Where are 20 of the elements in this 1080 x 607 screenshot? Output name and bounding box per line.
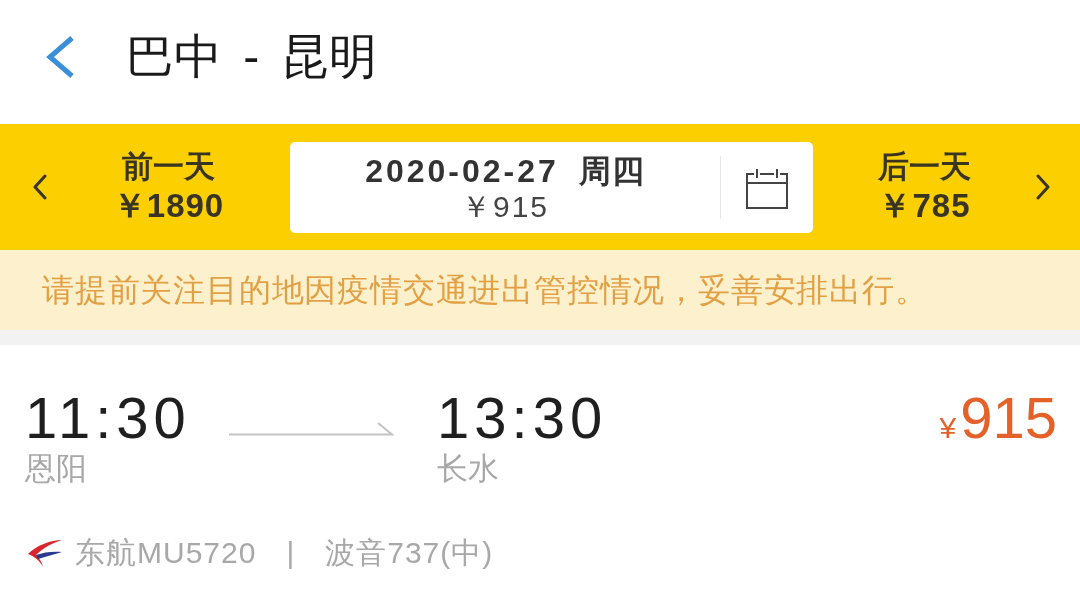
- departure-airport: 恩阳: [25, 450, 87, 488]
- aircraft-type: 波音737(中): [325, 535, 494, 571]
- previous-day-button[interactable]: 前一天 ￥1890: [0, 124, 290, 250]
- arrival-airport: 长水: [437, 450, 499, 488]
- weekday-text: 周四: [578, 151, 645, 190]
- back-icon: [44, 36, 76, 78]
- chevron-left-icon: [33, 174, 47, 200]
- flight-number: 东航MU5720: [75, 535, 257, 571]
- currency-symbol: ¥: [939, 410, 957, 446]
- date-text: 2020-02-27: [365, 151, 559, 190]
- arrival-time: 13:30: [437, 388, 608, 448]
- chevron-right-icon: [1036, 174, 1050, 200]
- notice-text: 请提前关注目的地因疫情交通进出管控情况，妥善安排出行。: [42, 271, 928, 310]
- back-button[interactable]: [44, 36, 76, 78]
- departure-time: 11:30: [25, 388, 191, 448]
- date-price: ￥915: [460, 189, 550, 224]
- flight-price: 915: [960, 388, 1057, 448]
- separator-text: |: [286, 535, 296, 571]
- route-title: 巴中 - 昆明: [126, 29, 377, 85]
- next-day-button[interactable]: 后一天 ￥785: [813, 124, 1080, 250]
